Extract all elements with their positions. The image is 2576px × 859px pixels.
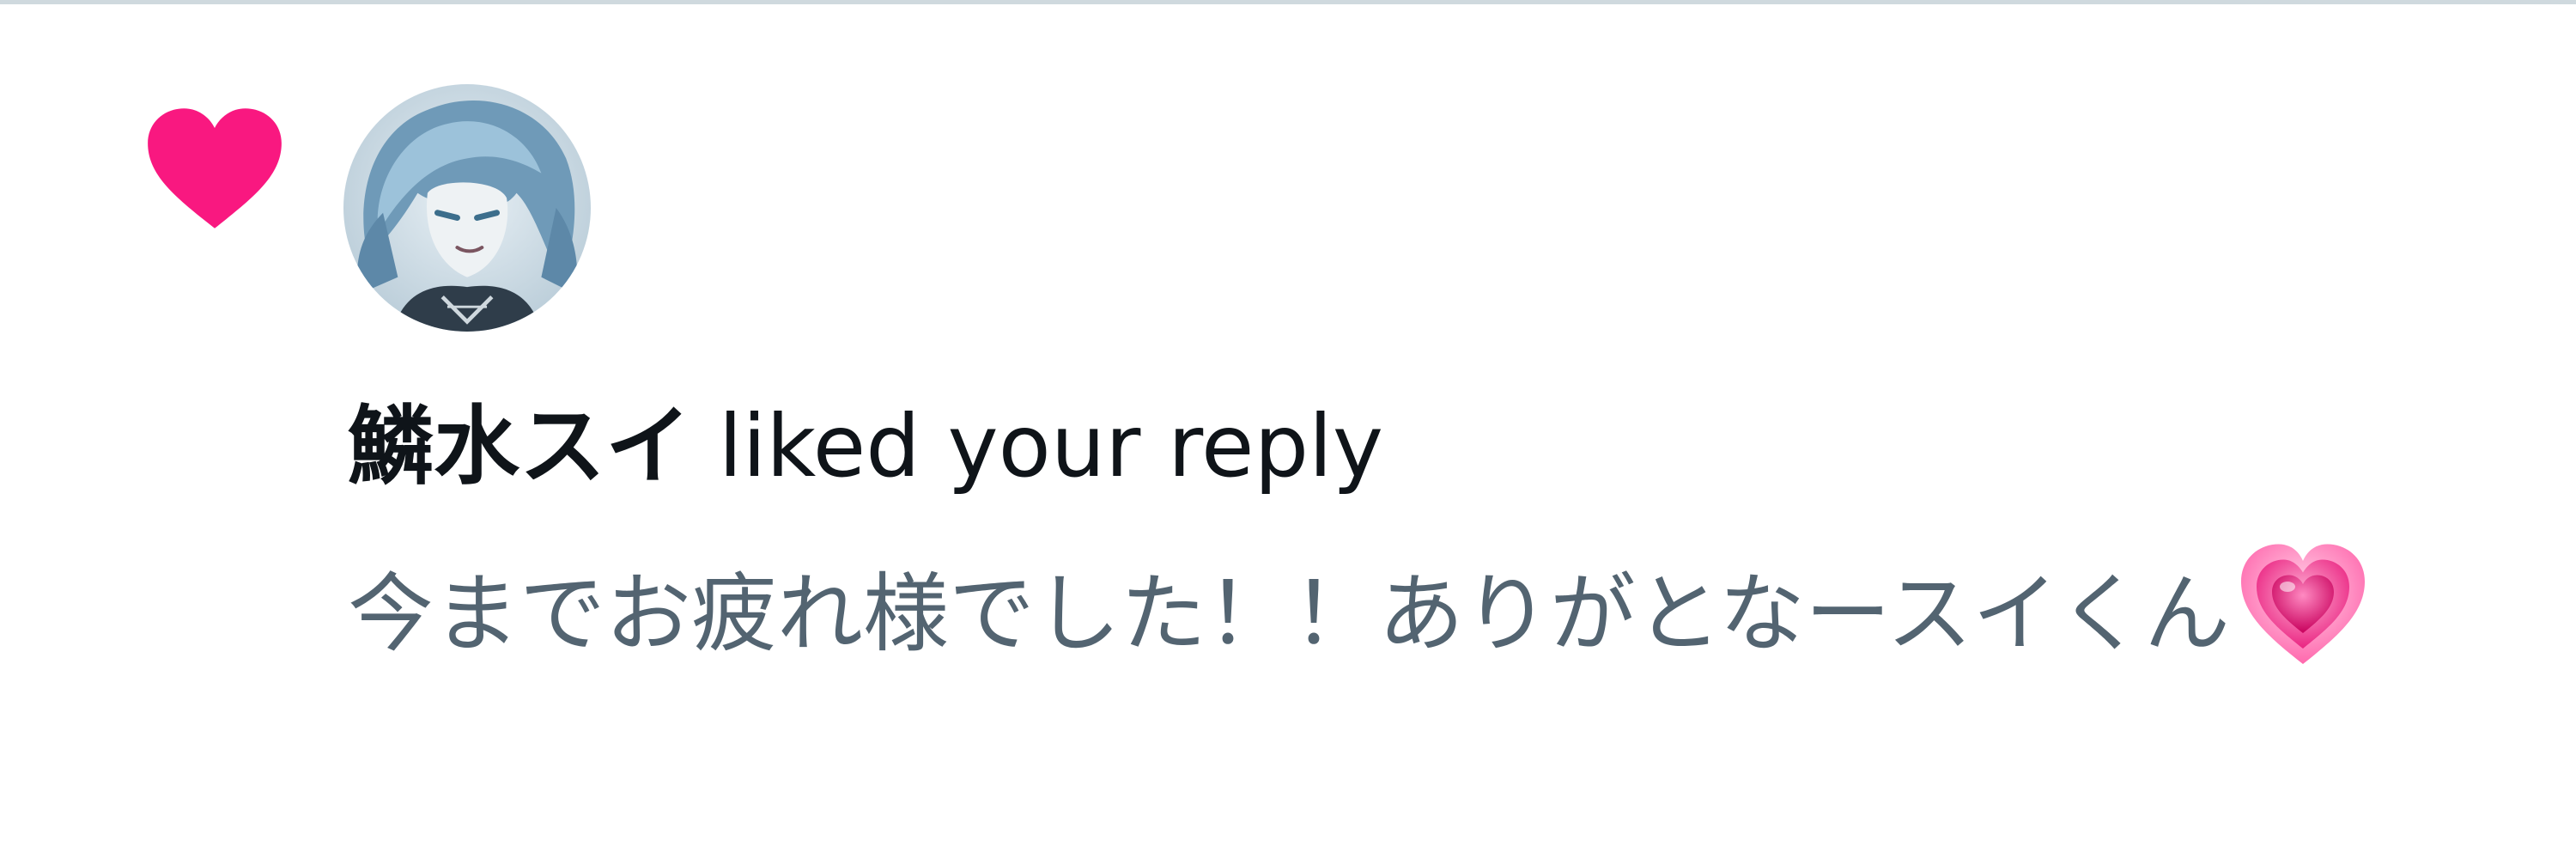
reply-text: 今までお疲れ様でした！！ありがとなースイくん (348, 564, 2230, 664)
like-notification[interactable]: 鱗水スイ liked your reply 今までお疲れ様でした！！ありがとなー… (0, 4, 2576, 859)
growing-heart-emoji-icon (2239, 540, 2367, 669)
reply-preview[interactable]: 今までお疲れ様でした！！ありがとなースイくん (348, 537, 2546, 691)
action-text: liked your reply (718, 396, 1384, 497)
notification-headline: 鱗水スイ liked your reply (348, 387, 1383, 507)
actor-name[interactable]: 鱗水スイ (348, 396, 691, 497)
heart-icon (144, 106, 285, 231)
avatar[interactable] (343, 84, 591, 332)
